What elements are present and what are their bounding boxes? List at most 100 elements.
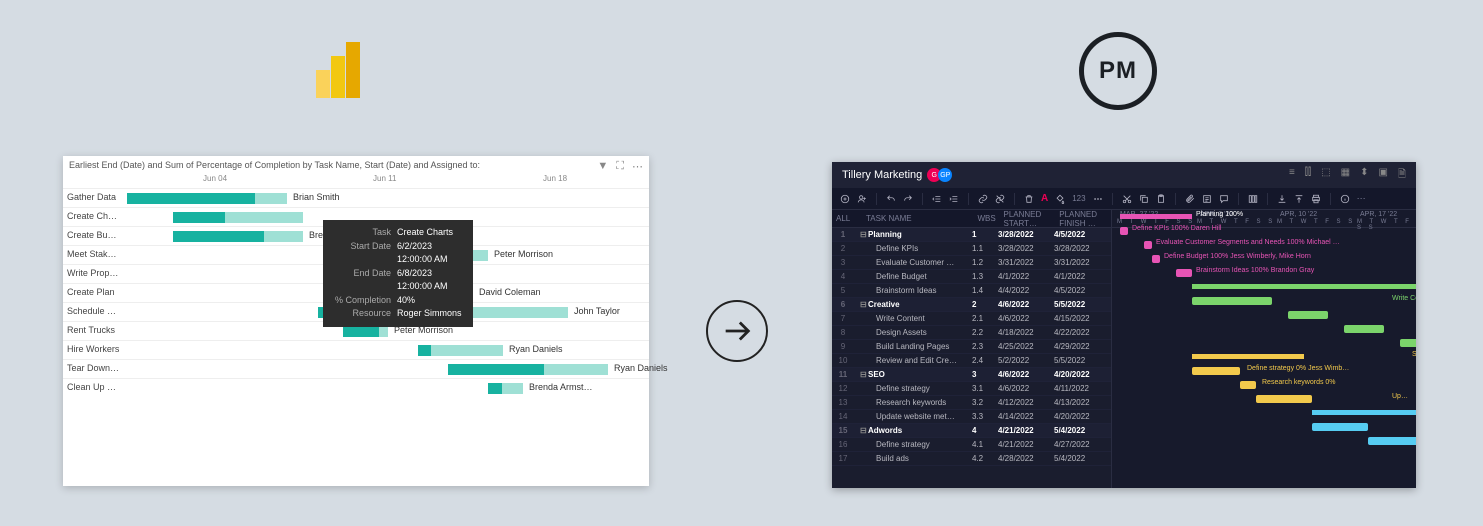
assignee-label: Peter Morrison: [494, 249, 553, 259]
gantt-row[interactable]: Evaluate Customer Segments and Needs 100…: [1112, 238, 1416, 252]
gantt-bar[interactable]: [418, 345, 503, 356]
cut-icon[interactable]: [1122, 194, 1132, 204]
sheet-view-icon[interactable]: ⬍: [1360, 167, 1368, 184]
gantt-row[interactable]: [1112, 322, 1416, 336]
table-row[interactable]: 11⊟SEO34/6/20224/20/2022: [832, 368, 1111, 382]
gantt-row[interactable]: [1112, 280, 1416, 294]
gantt-row[interactable]: Research keywords 0%: [1112, 378, 1416, 392]
gantt-row[interactable]: [1112, 308, 1416, 322]
gantt-row[interactable]: Up…: [1112, 392, 1416, 406]
table-row[interactable]: 16Define strategy4.14/21/20224/27/2022: [832, 438, 1111, 452]
gantt-bar[interactable]: [1120, 227, 1128, 235]
gantt-bar-label: Evaluate Customer Segments and Needs 100…: [1156, 239, 1340, 246]
columns-icon[interactable]: [1248, 194, 1258, 204]
table-row[interactable]: 15⊟Adwords44/21/20225/4/2022: [832, 424, 1111, 438]
gantt-row[interactable]: Hire WorkersRyan Daniels: [63, 340, 649, 359]
table-row[interactable]: 17Build ads4.24/28/20225/4/2022: [832, 452, 1111, 466]
delete-icon[interactable]: [1024, 194, 1034, 204]
gantt-bar[interactable]: [1120, 214, 1192, 219]
add-user-icon[interactable]: [857, 194, 867, 204]
gantt-chart[interactable]: MAR, 27 '22M T W T F S SAPR, 3 '22M T W …: [1112, 210, 1416, 488]
table-row[interactable]: 2Define KPIs1.13/28/20223/28/2022: [832, 242, 1111, 256]
table-row[interactable]: 9Build Landing Pages2.34/25/20224/29/202…: [832, 340, 1111, 354]
unlink-icon[interactable]: [995, 194, 1005, 204]
table-row[interactable]: 4Define Budget1.34/1/20224/1/2022: [832, 270, 1111, 284]
table-row[interactable]: 13Research keywords3.24/12/20224/13/2022: [832, 396, 1111, 410]
gantt-bar[interactable]: [1312, 423, 1368, 431]
task-label: Schedule …: [67, 306, 123, 316]
gantt-bar[interactable]: [1152, 255, 1160, 263]
gantt-bar[interactable]: [1240, 381, 1256, 389]
gantt-bar[interactable]: [1288, 311, 1328, 319]
redo-icon[interactable]: [903, 194, 913, 204]
gantt-row[interactable]: Clean Up …Brenda Armst…: [63, 378, 649, 397]
board-view-icon[interactable]: ⫿⫿: [1305, 167, 1311, 184]
add-task-icon[interactable]: [840, 194, 850, 204]
more-options-icon[interactable]: ⋯: [632, 160, 643, 173]
fill-color-icon[interactable]: [1055, 194, 1065, 204]
percent-dropdown-icon[interactable]: [1093, 194, 1103, 204]
gantt-row[interactable]: [1112, 420, 1416, 434]
more-icon[interactable]: ⋯: [1357, 193, 1366, 204]
table-row[interactable]: 7Write Content2.14/6/20224/15/2022: [832, 312, 1111, 326]
task-label: Create Bu…: [67, 230, 123, 240]
workload-view-icon[interactable]: ▣: [1379, 167, 1388, 184]
gantt-row[interactable]: Define strategy 0% Jess Wimb…: [1112, 364, 1416, 378]
gantt-row[interactable]: Planning 100%: [1112, 210, 1416, 224]
table-row[interactable]: 12Define strategy3.14/6/20224/11/2022: [832, 382, 1111, 396]
print-icon[interactable]: [1311, 194, 1321, 204]
table-row[interactable]: 6⊟Creative24/6/20225/5/2022: [832, 298, 1111, 312]
percent-icon[interactable]: 123: [1072, 194, 1085, 203]
gantt-bar[interactable]: [1192, 354, 1304, 359]
collaborator-avatars[interactable]: GGP: [930, 168, 952, 182]
info-icon[interactable]: [1340, 194, 1350, 204]
table-row[interactable]: 8Design Assets2.24/18/20224/22/2022: [832, 326, 1111, 340]
attachment-icon[interactable]: [1185, 194, 1195, 204]
gantt-bar[interactable]: [1192, 297, 1272, 305]
gantt-row[interactable]: [1112, 406, 1416, 420]
export-icon[interactable]: [1294, 194, 1304, 204]
projectmanager-logo: PM: [1079, 32, 1157, 110]
table-row[interactable]: 5Brainstorm Ideas1.44/4/20224/5/2022: [832, 284, 1111, 298]
gantt-bar[interactable]: [1192, 284, 1416, 289]
focus-mode-icon[interactable]: ⛶: [616, 160, 624, 173]
gantt-row[interactable]: [1112, 434, 1416, 448]
copy-icon[interactable]: [1139, 194, 1149, 204]
table-row[interactable]: 1⊟Planning13/28/20224/5/2022: [832, 228, 1111, 242]
gantt-bar[interactable]: [1368, 437, 1416, 445]
gantt-bar[interactable]: [1256, 395, 1312, 403]
list-view-icon[interactable]: ≡: [1289, 167, 1295, 184]
indent-icon[interactable]: [949, 194, 959, 204]
gantt-row[interactable]: [1112, 336, 1416, 350]
note-icon[interactable]: [1202, 194, 1212, 204]
gantt-row[interactable]: Gather DataBrian Smith: [63, 188, 649, 207]
gantt-bar[interactable]: [1344, 325, 1384, 333]
gantt-bar[interactable]: [1176, 269, 1192, 277]
gantt-row[interactable]: Tear Down…Ryan Daniels: [63, 359, 649, 378]
gantt-row[interactable]: SEO: [1112, 350, 1416, 364]
link-icon[interactable]: [978, 194, 988, 204]
gantt-row[interactable]: Define Budget 100% Jess Wimberly, Mike H…: [1112, 252, 1416, 266]
gantt-view-icon[interactable]: ⬚: [1321, 167, 1330, 184]
gantt-bar[interactable]: [1192, 367, 1240, 375]
text-color-icon[interactable]: A: [1041, 193, 1048, 204]
outdent-icon[interactable]: [932, 194, 942, 204]
table-row[interactable]: 3Evaluate Customer …1.23/31/20223/31/202…: [832, 256, 1111, 270]
gantt-row[interactable]: Brainstorm Ideas 100% Brandon Gray: [1112, 266, 1416, 280]
gantt-row[interactable]: Write Content 100: [1112, 294, 1416, 308]
paste-icon[interactable]: [1156, 194, 1166, 204]
filter-icon[interactable]: ▼: [597, 160, 608, 173]
undo-icon[interactable]: [886, 194, 896, 204]
gantt-bar[interactable]: [1144, 241, 1152, 249]
table-row[interactable]: 10Review and Edit Cre…2.45/2/20225/5/202…: [832, 354, 1111, 368]
gantt-row[interactable]: Define KPIs 100% Daren Hill: [1112, 224, 1416, 238]
gantt-bar[interactable]: [1400, 339, 1416, 347]
gantt-bar-label: Define KPIs 100% Daren Hill: [1132, 225, 1222, 232]
comment-icon[interactable]: [1219, 194, 1229, 204]
table-row[interactable]: 14Update website met…3.34/14/20224/20/20…: [832, 410, 1111, 424]
gantt-bar-progress: [448, 364, 544, 375]
calendar-view-icon[interactable]: ▦: [1341, 167, 1350, 184]
gantt-bar[interactable]: [1312, 410, 1416, 415]
import-icon[interactable]: [1277, 194, 1287, 204]
doc-view-icon[interactable]: 🗎: [1398, 167, 1406, 184]
